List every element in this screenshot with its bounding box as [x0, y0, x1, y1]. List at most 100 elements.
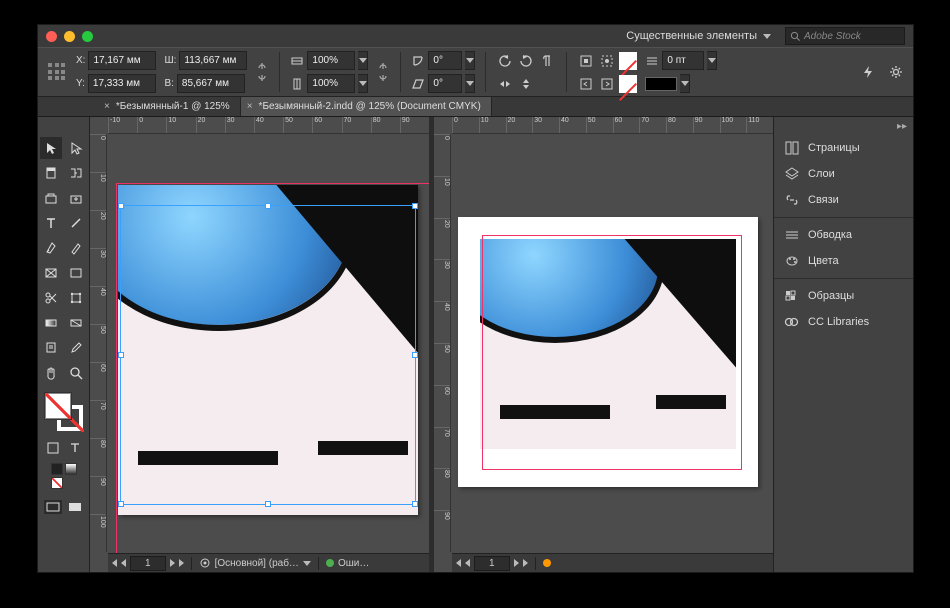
collapse-panels-icon[interactable]: ▸▸ — [897, 121, 907, 135]
last-page-icon[interactable] — [523, 559, 528, 567]
chevron-down-icon[interactable] — [303, 561, 311, 566]
page-number-field[interactable]: 1 — [474, 556, 510, 571]
stroke-weight-dd[interactable] — [707, 51, 717, 70]
gradient-feather-tool[interactable] — [65, 312, 87, 334]
fill-proxy[interactable] — [45, 393, 71, 419]
next-page-icon[interactable] — [514, 559, 519, 567]
gap-tool[interactable] — [65, 162, 87, 184]
select-next-button[interactable] — [598, 75, 616, 93]
pasteboard-2[interactable] — [452, 135, 773, 552]
scale-x-field[interactable]: 100% — [307, 51, 355, 70]
apply-none-button[interactable] — [51, 477, 63, 489]
panel-pages[interactable]: Страницы — [774, 135, 913, 161]
page-tool[interactable] — [40, 162, 62, 184]
note-tool[interactable] — [40, 337, 62, 359]
scale-y-dd[interactable] — [358, 74, 368, 93]
pasteboard-1[interactable] — [108, 135, 429, 552]
rectangle-tool[interactable] — [65, 262, 87, 284]
free-transform-tool[interactable] — [65, 287, 87, 309]
first-page-icon[interactable] — [456, 559, 461, 567]
page-number-field[interactable]: 1 — [130, 556, 166, 571]
zoom-tool[interactable] — [65, 362, 87, 384]
pencil-tool[interactable] — [65, 237, 87, 259]
selection-tool[interactable] — [40, 137, 62, 159]
panel-swatches[interactable]: Образцы — [774, 283, 913, 309]
shear-field[interactable]: 0° — [428, 74, 462, 93]
select-prev-button[interactable] — [577, 75, 595, 93]
content-collector-tool[interactable] — [40, 187, 62, 209]
document-tab-2[interactable]: ×*Безымянный-2.indd @ 125% (Document CMY… — [241, 96, 492, 116]
content-placer-tool[interactable] — [65, 187, 87, 209]
document-view-1[interactable]: -100102030405060708090 01020304050607080… — [90, 117, 429, 572]
paragraph-icon[interactable] — [538, 52, 556, 70]
first-page-icon[interactable] — [112, 559, 117, 567]
flip-v-button[interactable] — [517, 75, 535, 93]
constrain-wh-icon[interactable] — [255, 57, 269, 87]
prev-page-icon[interactable] — [465, 559, 470, 567]
vertical-ruler[interactable]: 0102030405060708090 — [434, 134, 451, 552]
panel-color[interactable]: Цвета — [774, 248, 913, 274]
rotate-field[interactable]: 0° — [428, 51, 462, 70]
hand-tool[interactable] — [40, 362, 62, 384]
last-page-icon[interactable] — [179, 559, 184, 567]
maximize-window-button[interactable] — [82, 31, 93, 42]
settings-icon[interactable] — [887, 63, 905, 81]
y-field[interactable]: 17,333 мм — [88, 74, 156, 93]
document-view-2[interactable]: 0102030405060708090100110 01020304050607… — [434, 117, 773, 572]
stroke-none-swatch[interactable] — [619, 75, 637, 93]
format-text-button[interactable] — [67, 440, 83, 456]
quick-apply-icon[interactable] — [859, 63, 877, 81]
close-window-button[interactable] — [46, 31, 57, 42]
panel-stroke[interactable]: Обводка — [774, 222, 913, 248]
scissors-tool[interactable] — [40, 287, 62, 309]
fill-stroke-proxy[interactable] — [45, 393, 83, 431]
line-tool[interactable] — [65, 212, 87, 234]
constrain-scale-icon[interactable] — [376, 57, 390, 87]
select-container-button[interactable] — [577, 52, 595, 70]
scale-y-field[interactable]: 100% — [307, 74, 355, 93]
apply-color-button[interactable] — [51, 463, 63, 475]
stroke-style-dd[interactable] — [680, 74, 690, 93]
horizontal-ruler[interactable]: -100102030405060708090 — [108, 117, 429, 134]
vertical-ruler[interactable]: 0102030405060708090100 — [90, 134, 107, 552]
direct-selection-tool[interactable] — [65, 137, 87, 159]
rotate-ccw-button[interactable] — [496, 52, 514, 70]
normal-view-button[interactable] — [44, 500, 62, 514]
height-field[interactable]: 85,667 мм — [177, 74, 245, 93]
panel-links[interactable]: Связи — [774, 187, 913, 213]
fill-none-swatch[interactable] — [619, 52, 637, 70]
width-field[interactable]: 113,667 мм — [179, 51, 247, 70]
rotate-dd[interactable] — [465, 51, 475, 70]
document-tab-1[interactable]: ×*Безымянный-1 @ 125% — [98, 96, 241, 116]
rectangle-frame-tool[interactable] — [40, 262, 62, 284]
scale-x-dd[interactable] — [358, 51, 368, 70]
format-container-button[interactable] — [45, 440, 61, 456]
panel-layers[interactable]: Слои — [774, 161, 913, 187]
close-icon[interactable]: × — [104, 101, 110, 112]
select-content-button[interactable] — [598, 52, 616, 70]
type-tool[interactable] — [40, 212, 62, 234]
reference-point[interactable] — [46, 61, 68, 83]
stroke-weight-field[interactable]: 0 пт — [662, 51, 704, 70]
apply-gradient-button[interactable] — [65, 463, 77, 475]
x-field[interactable]: 17,167 мм — [88, 51, 156, 70]
stroke-style-swatch[interactable] — [645, 77, 677, 91]
preview-view-button[interactable] — [66, 500, 84, 514]
workspace-dropdown[interactable]: Существенные элементы — [622, 28, 775, 44]
close-icon[interactable]: × — [247, 101, 253, 112]
horizontal-ruler[interactable]: 0102030405060708090100110 — [452, 117, 773, 134]
preflight-label[interactable]: Оши… — [338, 558, 369, 569]
next-page-icon[interactable] — [170, 559, 175, 567]
pen-tool[interactable] — [40, 237, 62, 259]
selection-frame[interactable] — [120, 205, 416, 505]
search-adobe-stock[interactable]: Adobe Stock — [785, 27, 905, 45]
prev-page-icon[interactable] — [121, 559, 126, 567]
panel-cc-libraries[interactable]: CC Libraries — [774, 309, 913, 335]
master-label[interactable]: [Основной] (раб… — [215, 558, 299, 569]
eyedropper-tool[interactable] — [65, 337, 87, 359]
flip-h-button[interactable] — [496, 75, 514, 93]
gradient-swatch-tool[interactable] — [40, 312, 62, 334]
minimize-window-button[interactable] — [64, 31, 75, 42]
rotate-cw-button[interactable] — [517, 52, 535, 70]
shear-dd[interactable] — [465, 74, 475, 93]
